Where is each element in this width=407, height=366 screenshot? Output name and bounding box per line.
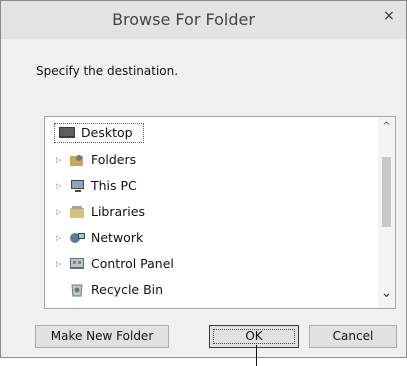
- tree-item-this-pc[interactable]: ▷ This PC: [45, 175, 375, 197]
- recycle-bin-icon: [71, 284, 83, 297]
- libraries-icon: [70, 206, 84, 218]
- dialog-title: Browse For Folder: [112, 10, 255, 29]
- expand-arrow-icon[interactable]: ▷: [56, 149, 61, 171]
- user-folder-icon: [70, 155, 83, 166]
- tree-item-label: Recycle Bin: [91, 282, 164, 297]
- network-icon: [70, 233, 85, 243]
- tree-item-label: Libraries: [91, 204, 145, 219]
- tree-item-control-panel[interactable]: ▷ Control Panel: [45, 253, 375, 275]
- make-new-folder-button[interactable]: Make New Folder: [35, 325, 169, 348]
- browse-for-folder-dialog: Browse For Folder × Specify the destinat…: [0, 0, 407, 358]
- scroll-up-arrow-icon[interactable]: ^: [378, 121, 395, 132]
- expand-arrow-icon[interactable]: ▷: [56, 201, 61, 223]
- tree-item-label: Network: [91, 230, 144, 245]
- cancel-button[interactable]: Cancel: [309, 325, 397, 348]
- tree-item-libraries[interactable]: ▷ Libraries: [45, 201, 375, 223]
- ok-button[interactable]: OK: [209, 325, 299, 348]
- ok-focus-rect: [213, 329, 295, 344]
- close-button[interactable]: ×: [372, 1, 406, 31]
- prompt-text: Specify the destination.: [36, 64, 179, 78]
- scroll-down-arrow-icon[interactable]: ⌄: [378, 285, 395, 301]
- tree-item-network[interactable]: ▷ Network: [45, 227, 375, 249]
- computer-icon: [71, 180, 84, 192]
- vertical-scrollbar[interactable]: ^ ⌄: [378, 117, 395, 308]
- expand-arrow-icon[interactable]: ▷: [56, 175, 61, 197]
- control-panel-icon: [70, 258, 84, 269]
- expand-arrow-icon[interactable]: ▷: [56, 253, 61, 275]
- tree-item-folders[interactable]: ▷ Folders: [45, 149, 375, 171]
- tree-item-desktop[interactable]: Desktop: [45, 122, 375, 144]
- tree-item-recycle-bin[interactable]: Recycle Bin: [45, 279, 375, 301]
- title-bar: Browse For Folder ×: [1, 1, 406, 39]
- tree-item-label: Folders: [91, 152, 137, 167]
- folder-tree[interactable]: Desktop ▷ Folders ▷ This PC ▷ Libraries …: [44, 116, 396, 309]
- cancel-label: Cancel: [332, 329, 374, 343]
- expand-arrow-icon[interactable]: ▷: [56, 227, 61, 249]
- callout-line: [256, 345, 257, 366]
- tree-item-label: This PC: [91, 178, 137, 193]
- tree-item-label: Desktop: [81, 125, 133, 140]
- scroll-thumb[interactable]: [382, 157, 391, 227]
- desktop-icon: [59, 127, 75, 138]
- tree-item-label: Control Panel: [91, 256, 174, 271]
- make-new-folder-label: Make New Folder: [50, 329, 154, 343]
